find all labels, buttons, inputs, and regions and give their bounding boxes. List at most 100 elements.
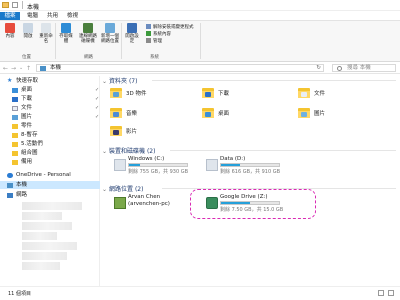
quick-access-toolbar-icon[interactable]	[12, 2, 18, 8]
group-header-drives[interactable]: ⌄ 裝置和磁碟機 (2)	[102, 146, 155, 155]
add-network-location-button[interactable]: 新增一個網路位置	[100, 23, 120, 44]
sidebar-item-label: 5.活動們	[21, 141, 43, 147]
download-folder-icon[interactable]	[202, 88, 214, 98]
group-header-network[interactable]: ⌄ 網路位置 (2)	[102, 184, 143, 193]
map-drive-label: 連線網路磁碟機	[79, 34, 97, 44]
recent-chevron-icon[interactable]: ⌄	[19, 65, 23, 71]
refresh-icon[interactable]: ↻	[316, 65, 321, 72]
divider	[152, 80, 396, 81]
manage-icon	[146, 38, 151, 43]
drive-name: Google Drive (Z:)	[220, 194, 268, 200]
hard-drive-icon	[114, 159, 126, 171]
sidebar-item-pictures[interactable]: 圖片 ✓	[0, 113, 100, 121]
access-media-button[interactable]: 存取媒體	[58, 23, 74, 44]
star-icon: ★	[7, 77, 13, 84]
address-path: 本機	[50, 65, 62, 71]
sidebar-item-folder[interactable]: 8-暫存	[0, 131, 100, 139]
search-input[interactable]: 搜尋 本機	[332, 64, 396, 72]
network-icon	[7, 192, 13, 198]
sidebar-item-folder[interactable]: 零件	[0, 122, 100, 130]
divider	[170, 150, 396, 151]
open-settings-button[interactable]: 開啟設定	[124, 23, 140, 44]
address-input[interactable]: 本機 ↻	[36, 64, 324, 72]
map-drive-button[interactable]: 連線網路磁碟機	[78, 23, 98, 44]
folder-icon	[12, 141, 18, 147]
sidebar-item-folder[interactable]: 組合圖	[0, 149, 100, 157]
sidebar-item-network[interactable]: 網路	[0, 191, 100, 199]
open-label: 開啟	[23, 34, 33, 39]
manage-item[interactable]: 管理	[146, 38, 162, 44]
network-location-arvan[interactable]: Arvan Chen (arvenchen-pc)	[114, 194, 184, 214]
sidebar-item-desktop[interactable]: 桌面 ✓	[0, 86, 100, 94]
divider	[55, 23, 56, 59]
drive-c[interactable]: Windows (C:) 剩餘 755 GB，共 930 GB	[114, 156, 194, 176]
ribbon-tabs: 檔案 電腦 共用 檢視	[0, 11, 400, 20]
pin-icon[interactable]: ✓	[95, 113, 99, 121]
pin-icon[interactable]: ✓	[95, 104, 99, 112]
folder-label: 3D 物件	[126, 91, 147, 97]
divider	[200, 23, 201, 59]
blurred-item	[22, 212, 62, 220]
group-header-folders[interactable]: ⌄ 資料夾 (7)	[102, 76, 137, 85]
documents-folder-icon[interactable]	[298, 88, 310, 98]
sidebar-item-label: 8-暫存	[21, 132, 38, 138]
group-header-label: 資料夾 (7)	[109, 78, 138, 85]
title-bar: 本機	[0, 0, 400, 11]
tab-share[interactable]: 共用	[44, 12, 61, 20]
sidebar-item-this-pc[interactable]: 本機	[0, 181, 100, 189]
sidebar-item-folder[interactable]: 備用	[0, 158, 100, 166]
group-header-label: 裝置和磁碟機 (2)	[109, 148, 156, 155]
tiles-view-icon[interactable]	[388, 290, 394, 296]
tab-view[interactable]: 檢視	[64, 12, 81, 20]
forward-icon[interactable]: →	[11, 65, 16, 72]
window-title: 本機	[27, 4, 40, 11]
sidebar-item-onedrive[interactable]: OneDrive - Personal	[0, 171, 100, 179]
hard-drive-icon	[206, 159, 218, 171]
settings-icon	[127, 23, 137, 33]
folder-label: 下載	[218, 91, 230, 97]
sidebar-item-documents[interactable]: 文件 ✓	[0, 104, 100, 112]
sidebar-item-downloads[interactable]: 下載 ✓	[0, 95, 100, 103]
folder-icon	[12, 132, 18, 138]
drive-usage-fill	[221, 164, 240, 166]
videos-folder-icon[interactable]	[110, 126, 122, 136]
properties-icon	[5, 23, 15, 33]
details-view-icon[interactable]	[378, 290, 384, 296]
group-system-label: 系統	[150, 55, 159, 60]
sidebar-item-folder[interactable]: 5.活動們	[0, 140, 100, 148]
tab-file[interactable]: 檔案	[0, 12, 20, 20]
pin-icon[interactable]: ✓	[95, 95, 99, 103]
drive-google-z[interactable]: Google Drive (Z:) 剩餘 7.50 GB，共 15.0 GB	[206, 194, 306, 214]
rename-button[interactable]: 重新命名	[38, 23, 54, 44]
download-icon	[12, 96, 18, 102]
desktop-folder-icon[interactable]	[202, 108, 214, 118]
chevron-down-icon: ⌄	[102, 186, 108, 193]
properties-button[interactable]: 內容	[2, 23, 18, 39]
sidebar-item-quick-access[interactable]: ★ 快速存取	[0, 77, 100, 85]
sidebar-item-label: 組合圖	[21, 150, 38, 156]
open-button[interactable]: 開啟	[20, 23, 36, 39]
pictures-folder-icon[interactable]	[298, 108, 310, 118]
sidebar-item-label: 零件	[21, 123, 33, 129]
drive-usage-bar	[220, 201, 280, 205]
tab-computer[interactable]: 電腦	[24, 12, 41, 20]
back-icon[interactable]: ←	[3, 65, 8, 72]
music-folder-icon[interactable]	[110, 108, 122, 118]
pin-icon[interactable]: ✓	[95, 86, 99, 94]
sidebar-item-label: 備用	[21, 159, 33, 165]
sidebar-item-label: 快速存取	[16, 78, 39, 84]
drive-space: 剩餘 616 GB，共 910 GB	[220, 169, 281, 175]
drive-d[interactable]: Data (D:) 剩餘 616 GB，共 910 GB	[206, 156, 286, 176]
add-network-location-label: 新增一個網路位置	[101, 34, 119, 44]
folder-icon[interactable]	[2, 2, 9, 8]
drive-name: Data (D:)	[220, 156, 246, 162]
up-icon[interactable]: ↑	[26, 65, 31, 72]
sidebar-item-label: 下載	[21, 96, 33, 102]
drive-usage-bar	[220, 163, 280, 167]
uninstall-program-item[interactable]: 解除安裝或變更程式	[146, 24, 194, 30]
media-icon	[61, 23, 71, 33]
3d-objects-folder-icon[interactable]	[110, 88, 122, 98]
network-drive-icon	[83, 23, 93, 33]
content-pane: ⌄ 資料夾 (7) 3D 物件 下載 文件 音樂 桌面 圖片 影片 ⌄ 裝置和磁碟機…	[102, 76, 400, 286]
system-properties-item[interactable]: 系統內容	[146, 31, 171, 37]
